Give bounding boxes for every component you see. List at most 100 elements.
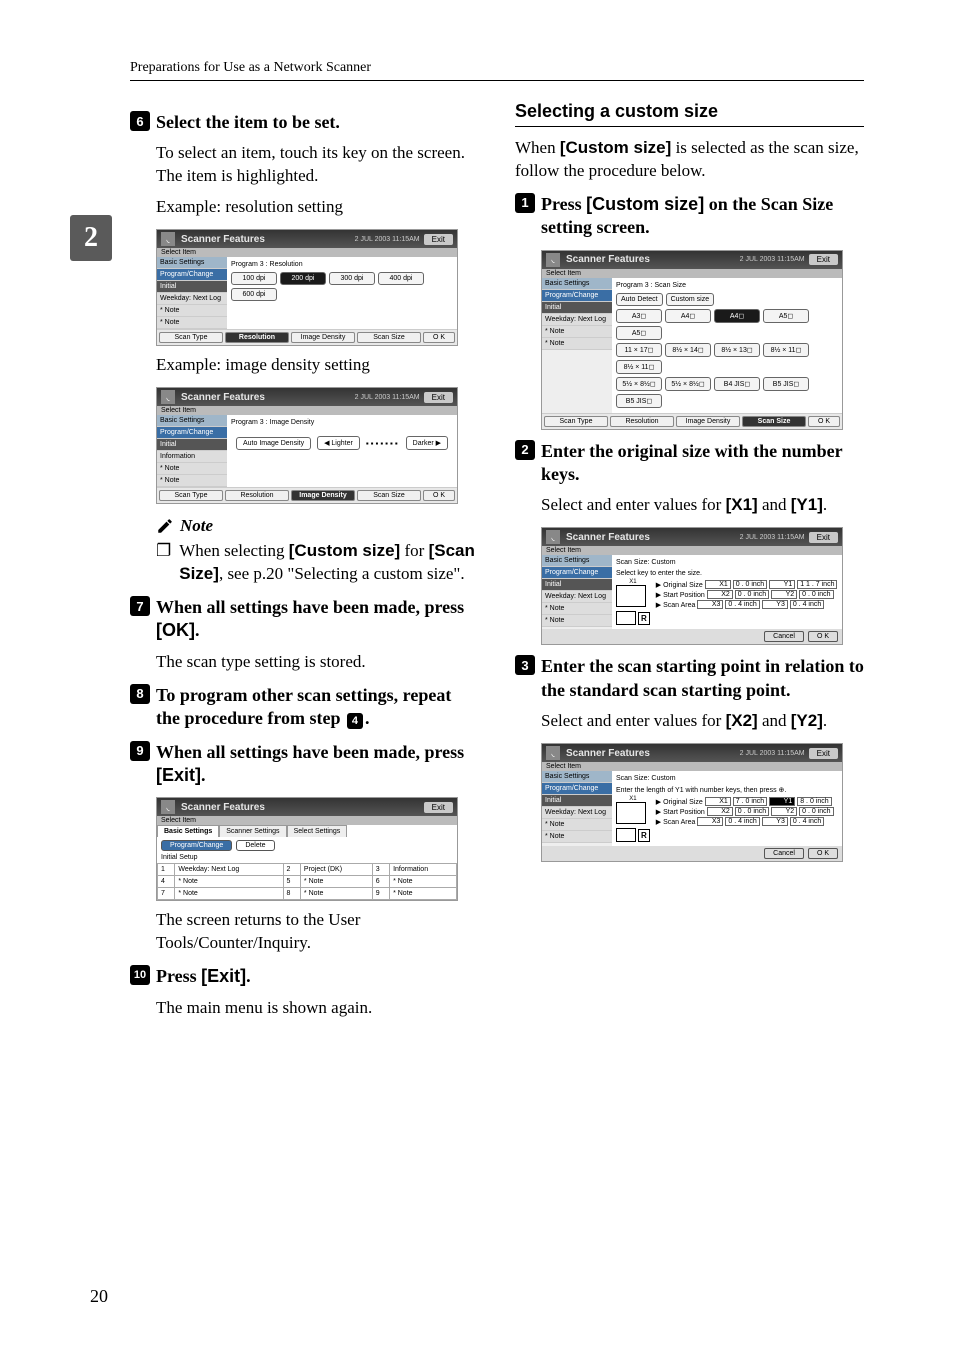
size-8h14[interactable]: 8½ × 14◻ (665, 343, 711, 357)
ok-button[interactable]: O K (808, 631, 838, 642)
tab-resolution[interactable]: Resolution (610, 416, 674, 427)
size-a4-sel[interactable]: A4◻ (714, 309, 760, 323)
sidebar-program[interactable]: Program/Change (542, 567, 612, 579)
tab-scan-type[interactable]: Scan Type (159, 490, 223, 501)
sidebar-initial[interactable]: Initial (542, 302, 612, 314)
darker-button[interactable]: Darker ▶ (406, 436, 448, 450)
x2-field[interactable]: X2 (707, 590, 733, 599)
tab-scanner-settings[interactable]: Scanner Settings (219, 825, 286, 837)
tab-image-density[interactable]: Image Density (291, 332, 355, 343)
y1-field[interactable]: Y1 (769, 797, 795, 806)
dpi-300[interactable]: 300 dpi (329, 272, 375, 285)
back-icon[interactable]: ◟ (546, 746, 560, 760)
sidebar-note[interactable]: * Note (542, 615, 612, 627)
lighter-button[interactable]: ◀ Lighter (317, 436, 360, 450)
size-a3[interactable]: A3◻ (616, 309, 662, 323)
tab-image-density[interactable]: Image Density (291, 490, 355, 501)
dpi-200[interactable]: 200 dpi (280, 272, 326, 285)
tab-resolution[interactable]: Resolution (225, 332, 289, 343)
size-11x17[interactable]: 11 × 17◻ (616, 343, 662, 357)
back-icon[interactable]: ◟ (161, 800, 175, 814)
x1-field[interactable]: X1 (705, 797, 731, 806)
tab-scan-type[interactable]: Scan Type (159, 332, 223, 343)
y2-field[interactable]: Y2 (771, 807, 797, 816)
table-cell[interactable]: Weekday: Next Log (175, 864, 283, 876)
sidebar-note[interactable]: * Note (542, 603, 612, 615)
auto-density-button[interactable]: Auto Image Density (236, 437, 311, 450)
sidebar-program[interactable]: Program/Change (157, 427, 227, 439)
sidebar-initial[interactable]: Initial (542, 579, 612, 591)
dpi-100[interactable]: 100 dpi (231, 272, 277, 285)
sidebar-basic[interactable]: Basic Settings (157, 257, 227, 269)
table-cell[interactable]: Information (390, 864, 457, 876)
sidebar-initial[interactable]: Initial (157, 439, 227, 451)
size-5h8h[interactable]: 5½ × 8½◻ (665, 377, 711, 391)
sidebar-note[interactable]: * Note (542, 819, 612, 831)
sidebar-program[interactable]: Program/Change (157, 269, 227, 281)
sidebar-note[interactable]: * Note (157, 305, 227, 317)
sidebar-note[interactable]: * Note (157, 317, 227, 329)
tab-scan-size[interactable]: Scan Size (742, 416, 806, 427)
size-8h13[interactable]: 8½ × 13◻ (714, 343, 760, 357)
sidebar-weekday[interactable]: Weekday: Next Log (542, 807, 612, 819)
y2-field[interactable]: Y2 (771, 590, 797, 599)
size-a5[interactable]: A5◻ (763, 309, 809, 323)
sidebar-weekday[interactable]: Weekday: Next Log (542, 591, 612, 603)
tab-image-density[interactable]: Image Density (676, 416, 740, 427)
table-cell[interactable]: * Note (300, 888, 372, 900)
x1-field[interactable]: X1 (705, 580, 731, 589)
sidebar-note[interactable]: * Note (542, 338, 612, 350)
sidebar-program[interactable]: Program/Change (542, 783, 612, 795)
tab-basic-settings[interactable]: Basic Settings (157, 825, 219, 837)
size-5h8h[interactable]: 5½ × 8½◻ (616, 377, 662, 391)
size-a4[interactable]: A4◻ (665, 309, 711, 323)
table-cell[interactable]: * Note (390, 876, 457, 888)
exit-button[interactable]: Exit (809, 532, 838, 543)
custom-size-button[interactable]: Custom size (666, 293, 715, 306)
sidebar-basic[interactable]: Basic Settings (157, 415, 227, 427)
back-icon[interactable]: ◟ (546, 253, 560, 267)
table-cell[interactable]: * Note (175, 876, 283, 888)
sidebar-note[interactable]: * Note (157, 475, 227, 487)
y3-field[interactable]: Y3 (762, 817, 788, 826)
ok-button[interactable]: O K (808, 848, 838, 859)
x3-field[interactable]: X3 (697, 817, 723, 826)
sidebar-basic[interactable]: Basic Settings (542, 771, 612, 783)
sidebar-info[interactable]: Information (157, 451, 227, 463)
table-cell[interactable]: 1 (158, 864, 175, 876)
table-cell[interactable]: 4 (158, 876, 175, 888)
table-cell[interactable]: * Note (390, 888, 457, 900)
tab-scan-type[interactable]: Scan Type (544, 416, 608, 427)
dpi-600[interactable]: 600 dpi (231, 288, 277, 301)
exit-button[interactable]: Exit (424, 234, 453, 245)
table-cell[interactable]: 3 (372, 864, 389, 876)
table-cell[interactable]: 8 (283, 888, 300, 900)
sidebar-basic[interactable]: Basic Settings (542, 555, 612, 567)
tab-scan-size[interactable]: Scan Size (357, 332, 421, 343)
sidebar-note[interactable]: * Note (542, 326, 612, 338)
dpi-400[interactable]: 400 dpi (378, 272, 424, 285)
delete-button[interactable]: Delete (236, 840, 274, 851)
cancel-button[interactable]: Cancel (764, 848, 804, 859)
sidebar-weekday[interactable]: Weekday: Next Log (542, 314, 612, 326)
x2-field[interactable]: X2 (707, 807, 733, 816)
back-icon[interactable]: ◟ (161, 232, 175, 246)
sidebar-initial[interactable]: Initial (157, 281, 227, 293)
sidebar-weekday[interactable]: Weekday: Next Log (157, 293, 227, 305)
tab-resolution[interactable]: Resolution (225, 490, 289, 501)
table-cell[interactable]: 5 (283, 876, 300, 888)
size-8h11[interactable]: 8½ × 11◻ (616, 360, 662, 374)
tab-select-settings[interactable]: Select Settings (287, 825, 348, 837)
size-a5[interactable]: A5◻ (616, 326, 662, 340)
sidebar-basic[interactable]: Basic Settings (542, 278, 612, 290)
back-icon[interactable]: ◟ (546, 530, 560, 544)
back-icon[interactable]: ◟ (161, 390, 175, 404)
table-cell[interactable]: * Note (175, 888, 283, 900)
ok-button[interactable]: O K (423, 332, 455, 343)
ok-button[interactable]: O K (423, 490, 455, 501)
size-b4[interactable]: B4 JIS◻ (714, 377, 760, 391)
sidebar-note[interactable]: * Note (542, 831, 612, 843)
cancel-button[interactable]: Cancel (764, 631, 804, 642)
exit-button[interactable]: Exit (424, 802, 453, 813)
ok-button[interactable]: O K (808, 416, 840, 427)
